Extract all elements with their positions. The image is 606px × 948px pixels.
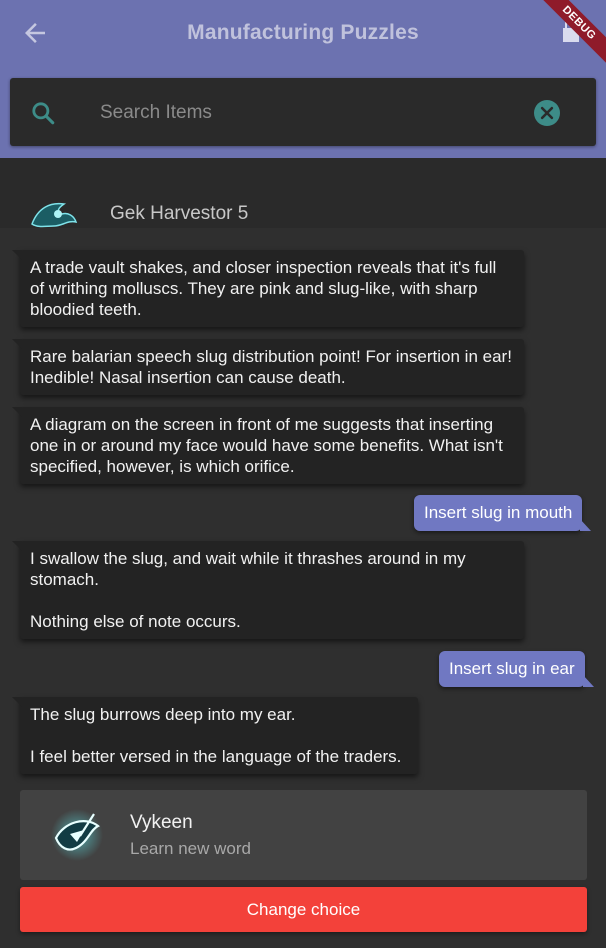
arrow-left-icon[interactable] [20, 18, 50, 48]
reward-title: Vykeen [130, 812, 193, 833]
change-choice-button[interactable]: Change choice [20, 887, 587, 932]
reward-subtitle: Learn new word [130, 839, 251, 858]
clear-icon[interactable] [534, 100, 560, 126]
search-input[interactable] [98, 98, 522, 128]
npc-message: A diagram on the screen in front of me s… [12, 407, 524, 484]
npc-message: Rare balarian speech slug distribution p… [12, 339, 524, 395]
npc-message: The slug burrows deep into my ear. I fee… [12, 697, 418, 774]
page-title: Manufacturing Puzzles [187, 21, 419, 44]
player-reply: Insert slug in ear [439, 651, 594, 687]
search-bar [10, 78, 596, 146]
npc-message: I swallow the slug, and wait while it th… [12, 541, 524, 639]
reward-card[interactable]: Vykeen Learn new word [20, 790, 587, 880]
npc-message: A trade vault shakes, and closer inspect… [12, 250, 524, 327]
app-bar: Manufacturing Puzzles DEBUG [0, 0, 606, 69]
app-bar-action-icon[interactable] [560, 20, 582, 44]
search-icon [32, 102, 55, 125]
vykeen-emblem-icon [51, 809, 103, 861]
list-item-name[interactable]: Gek Harvestor 5 [110, 203, 248, 225]
search-bar-container [0, 66, 606, 158]
item-list [0, 158, 606, 228]
player-reply: Insert slug in mouth [414, 495, 592, 531]
